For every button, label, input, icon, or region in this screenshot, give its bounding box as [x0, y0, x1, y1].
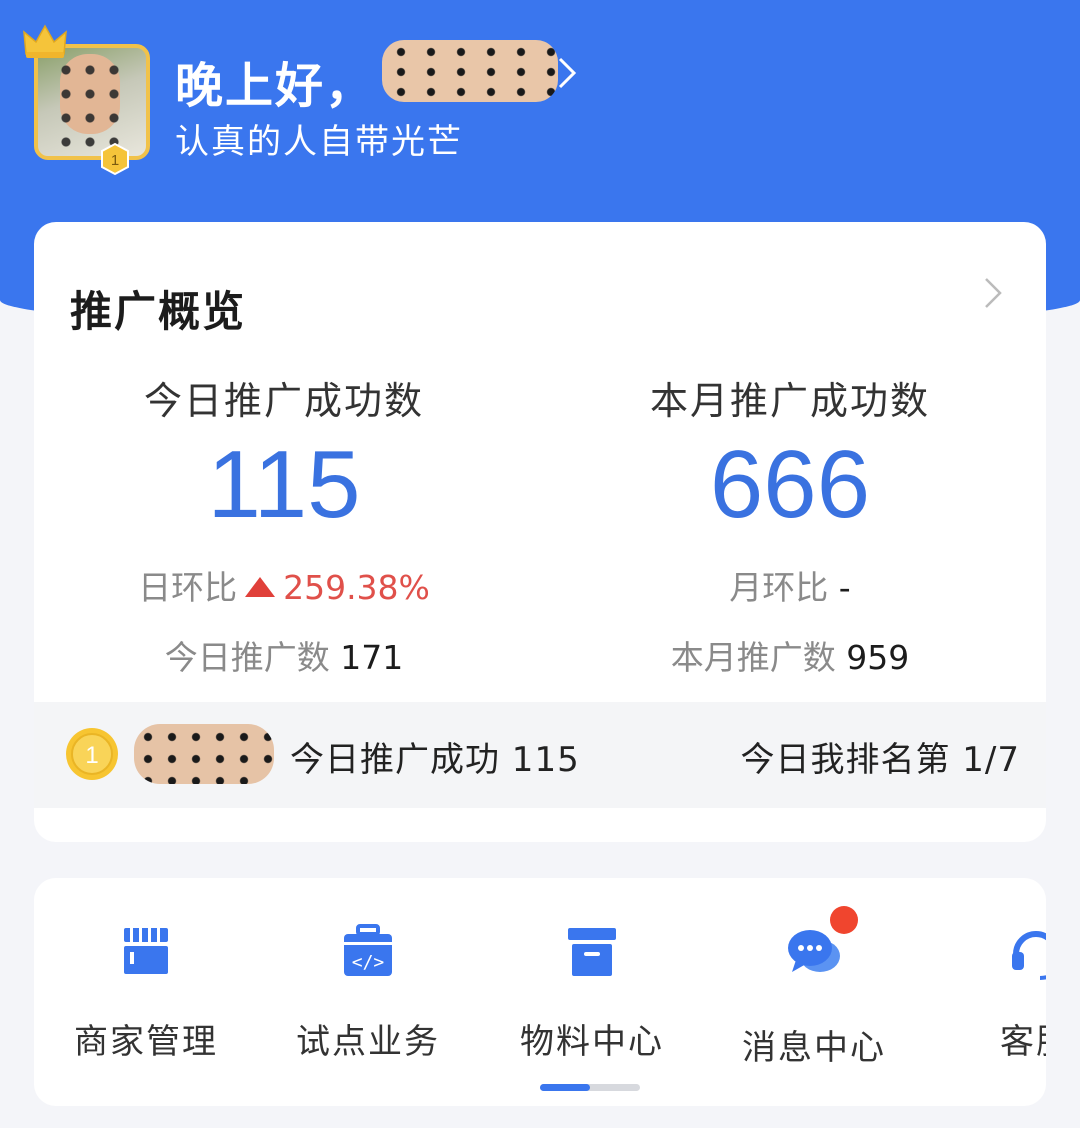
- month-ratio-value: -: [838, 568, 851, 607]
- today-success-label: 今日推广成功数: [143, 379, 424, 423]
- card-title: 推广概览: [70, 287, 247, 336]
- month-ratio: 月环比 -: [540, 561, 1040, 609]
- month-count-label: 本月推广数: [670, 638, 836, 677]
- code-briefcase-icon: </>: [344, 924, 392, 976]
- crown-icon: [23, 24, 67, 58]
- avatar-image: [34, 44, 150, 160]
- user-avatar[interactable]: 1: [23, 24, 152, 176]
- action-label: 物料中心: [520, 1022, 664, 1062]
- ranked-user-mosaic: [134, 724, 274, 784]
- gold-medal-icon: 1: [66, 728, 118, 780]
- action-label: 消息中心: [742, 1028, 886, 1068]
- action-customer-service[interactable]: 客服: [924, 922, 1046, 1063]
- ranking-success-text: 今日推广成功 115: [290, 740, 580, 780]
- month-count: 本月推广数 959: [540, 631, 1040, 679]
- up-arrow-icon: [245, 576, 276, 597]
- action-label: 客服: [1000, 1022, 1046, 1062]
- action-label: 试点业务: [296, 1022, 440, 1062]
- today-success-value: 115: [207, 431, 361, 538]
- headset-icon: [1012, 931, 1046, 980]
- month-success-label: 本月推广成功数: [649, 379, 930, 423]
- today-ratio-value: 259.38%: [283, 568, 430, 607]
- chevron-right-icon[interactable]: [556, 56, 578, 90]
- month-stats: 本月推广成功数 666 月环比 - 本月推广数 959: [540, 370, 1040, 679]
- username-mosaic[interactable]: [382, 40, 558, 102]
- action-pilot-business[interactable]: </> 试点业务: [256, 922, 480, 1063]
- today-count-label: 今日推广数: [164, 638, 330, 677]
- action-material-center[interactable]: 物料中心: [480, 922, 704, 1063]
- store-icon: [124, 928, 168, 974]
- month-success-value: 666: [709, 431, 871, 538]
- chevron-right-icon[interactable]: [982, 276, 1004, 310]
- month-count-value: 959: [846, 638, 910, 677]
- app-home-screen: 1 晚上好， 认真的人自带光芒 推广概览 今日推广成功数 115 日环比 259.…: [0, 0, 1080, 1128]
- scroll-indicator-thumb: [540, 1084, 590, 1091]
- archive-box-icon: [568, 928, 616, 976]
- message-icon-wrap: [784, 906, 858, 982]
- today-ratio: 日环比 259.38%: [34, 561, 534, 609]
- level-badge-icon: 1: [101, 142, 129, 176]
- motto-text: 认真的人自带光芒: [175, 122, 463, 162]
- today-stats: 今日推广成功数 115 日环比 259.38% 今日推广数 171: [34, 370, 534, 679]
- ranking-bar[interactable]: 1 今日推广成功 115 今日我排名第 1/7: [34, 702, 1046, 808]
- avatar-level-number: 1: [111, 152, 119, 169]
- today-count: 今日推广数 171: [34, 631, 534, 679]
- action-merchant-management[interactable]: 商家管理: [34, 922, 258, 1063]
- action-message-center[interactable]: 消息中心: [702, 906, 926, 1069]
- svg-text:</>: </>: [352, 952, 385, 973]
- unread-dot: [830, 906, 858, 934]
- greeting-text: 晚上好，: [175, 58, 376, 114]
- ranking-position-text: 今日我排名第 1/7: [740, 740, 1020, 780]
- medal-number: 1: [85, 742, 98, 769]
- month-ratio-label: 月环比: [729, 568, 829, 607]
- action-label: 商家管理: [74, 1022, 218, 1062]
- promotion-overview-card[interactable]: 推广概览 今日推广成功数 115 日环比 259.38% 今日推广数 171 本月…: [34, 222, 1046, 842]
- actions-scroll-indicator: [540, 1084, 640, 1091]
- today-count-value: 171: [340, 638, 404, 677]
- quick-actions-card: 商家管理 </> 试点业务 物料中心 消息中心 客: [34, 878, 1046, 1106]
- today-ratio-label: 日环比: [138, 568, 238, 607]
